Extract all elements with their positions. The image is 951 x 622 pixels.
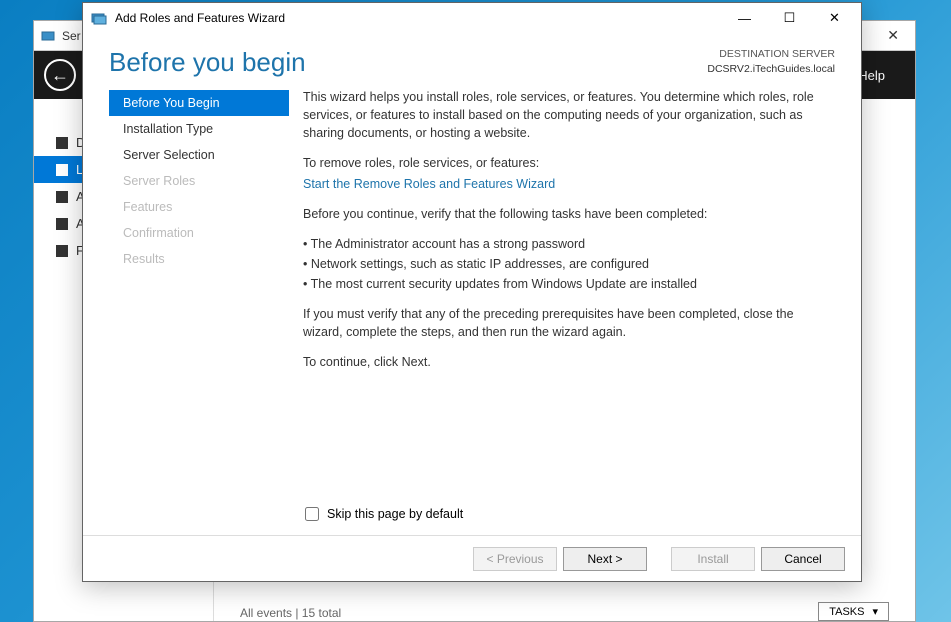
- step-server-selection[interactable]: Server Selection: [109, 142, 289, 168]
- wizard-footer: < Previous Next > Install Cancel: [83, 535, 861, 581]
- remove-intro: To remove roles, role services, or featu…: [303, 154, 833, 172]
- back-button[interactable]: ←: [44, 59, 76, 91]
- wizard-content: This wizard helps you install roles, rol…: [289, 88, 861, 503]
- intro-paragraph: This wizard helps you install roles, rol…: [303, 88, 833, 142]
- bg-title: Ser: [62, 29, 81, 43]
- close-button[interactable]: ✕: [812, 4, 857, 32]
- skip-label: Skip this page by default: [327, 507, 463, 521]
- skip-checkbox[interactable]: [305, 507, 319, 521]
- bg-close-icon[interactable]: ✕: [877, 27, 909, 44]
- help-menu[interactable]: Help: [858, 68, 905, 83]
- prereq-item: The most current security updates from W…: [303, 275, 833, 293]
- server-manager-icon: [40, 28, 56, 44]
- chevron-down-icon: ▾: [872, 605, 878, 618]
- destination-server: DESTINATION SERVER DCSRV2.iTechGuides.lo…: [707, 47, 835, 76]
- remove-roles-link[interactable]: Start the Remove Roles and Features Wiza…: [303, 177, 555, 191]
- prereq-item: Network settings, such as static IP addr…: [303, 255, 833, 273]
- step-before-you-begin[interactable]: Before You Begin: [109, 90, 289, 116]
- wizard-steps: Before You Begin Installation Type Serve…: [109, 88, 289, 503]
- step-results: Results: [109, 246, 289, 272]
- step-installation-type[interactable]: Installation Type: [109, 116, 289, 142]
- step-features: Features: [109, 194, 289, 220]
- minimize-button[interactable]: —: [722, 4, 767, 32]
- wizard-header: Before you begin DESTINATION SERVER DCSR…: [83, 33, 861, 88]
- maximize-button[interactable]: ☐: [767, 4, 812, 32]
- verify-paragraph: If you must verify that any of the prece…: [303, 305, 833, 341]
- wizard-titlebar: Add Roles and Features Wizard — ☐ ✕: [83, 3, 861, 33]
- verify-intro: Before you continue, verify that the fol…: [303, 205, 833, 223]
- add-roles-wizard: Add Roles and Features Wizard — ☐ ✕ Befo…: [82, 2, 862, 582]
- wizard-app-icon: [91, 10, 107, 26]
- page-title: Before you begin: [109, 47, 306, 78]
- prereq-list: The Administrator account has a strong p…: [303, 235, 833, 293]
- step-server-roles: Server Roles: [109, 168, 289, 194]
- step-confirmation: Confirmation: [109, 220, 289, 246]
- prereq-item: The Administrator account has a strong p…: [303, 235, 833, 253]
- skip-row: Skip this page by default: [83, 503, 861, 535]
- previous-button: < Previous: [473, 547, 557, 571]
- events-summary: All events | 15 total: [240, 606, 341, 620]
- install-button: Install: [671, 547, 755, 571]
- continue-paragraph: To continue, click Next.: [303, 353, 833, 371]
- tasks-dropdown[interactable]: TASKS ▾: [818, 602, 889, 621]
- wizard-window-title: Add Roles and Features Wizard: [115, 11, 285, 25]
- cancel-button[interactable]: Cancel: [761, 547, 845, 571]
- next-button[interactable]: Next >: [563, 547, 647, 571]
